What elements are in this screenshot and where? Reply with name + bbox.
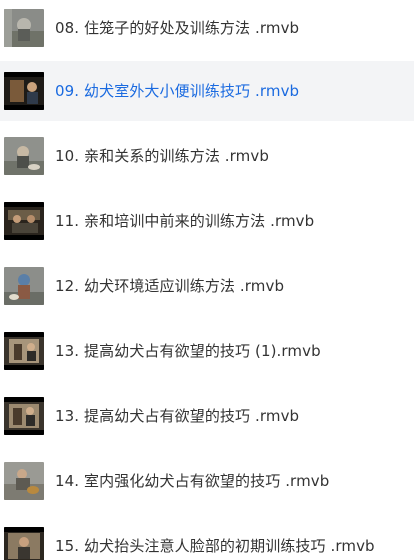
video-thumbnail bbox=[4, 267, 44, 305]
playlist-item[interactable]: 08. 住笼子的好处及训练方法 .rmvb bbox=[0, 0, 414, 58]
playlist-item-title: 10. 亲和关系的训练方法 .rmvb bbox=[55, 147, 269, 165]
video-thumbnail bbox=[4, 462, 44, 500]
playlist-item-active[interactable]: 09. 幼犬室外大小便训练技巧 .rmvb bbox=[0, 61, 414, 121]
video-thumbnail bbox=[4, 137, 44, 175]
playlist-item-title: 13. 提高幼犬占有欲望的技巧 (1).rmvb bbox=[55, 342, 321, 360]
video-thumbnail bbox=[4, 202, 44, 240]
playlist-item-title: 09. 幼犬室外大小便训练技巧 .rmvb bbox=[55, 82, 300, 100]
playlist-item-title: 13. 提高幼犬占有欲望的技巧 .rmvb bbox=[55, 407, 300, 425]
video-thumbnail bbox=[4, 72, 44, 110]
playlist-item[interactable]: 11. 亲和培训中前来的训练方法 .rmvb bbox=[0, 191, 414, 251]
video-playlist: 08. 住笼子的好处及训练方法 .rmvb 09. 幼犬室外大小便训练技巧 .r… bbox=[0, 0, 414, 560]
playlist-item[interactable]: 10. 亲和关系的训练方法 .rmvb bbox=[0, 126, 414, 186]
playlist-item[interactable]: 15. 幼犬抬头注意人脸部的初期训练技巧 .rmvb bbox=[0, 516, 414, 560]
playlist-item[interactable]: 12. 幼犬环境适应训练方法 .rmvb bbox=[0, 256, 414, 316]
video-thumbnail bbox=[4, 397, 44, 435]
playlist-item-title: 12. 幼犬环境适应训练方法 .rmvb bbox=[55, 277, 285, 295]
playlist-item-title: 11. 亲和培训中前来的训练方法 .rmvb bbox=[55, 212, 315, 230]
video-thumbnail bbox=[4, 9, 44, 47]
video-thumbnail bbox=[4, 527, 44, 560]
playlist-item-title: 14. 室内强化幼犬占有欲望的技巧 .rmvb bbox=[55, 472, 330, 490]
playlist-item[interactable]: 14. 室内强化幼犬占有欲望的技巧 .rmvb bbox=[0, 451, 414, 511]
video-thumbnail bbox=[4, 332, 44, 370]
playlist-item[interactable]: 13. 提高幼犬占有欲望的技巧 .rmvb bbox=[0, 386, 414, 446]
playlist-item-title: 15. 幼犬抬头注意人脸部的初期训练技巧 .rmvb bbox=[55, 537, 375, 555]
playlist-item[interactable]: 13. 提高幼犬占有欲望的技巧 (1).rmvb bbox=[0, 321, 414, 381]
playlist-item-title: 08. 住笼子的好处及训练方法 .rmvb bbox=[55, 19, 300, 37]
